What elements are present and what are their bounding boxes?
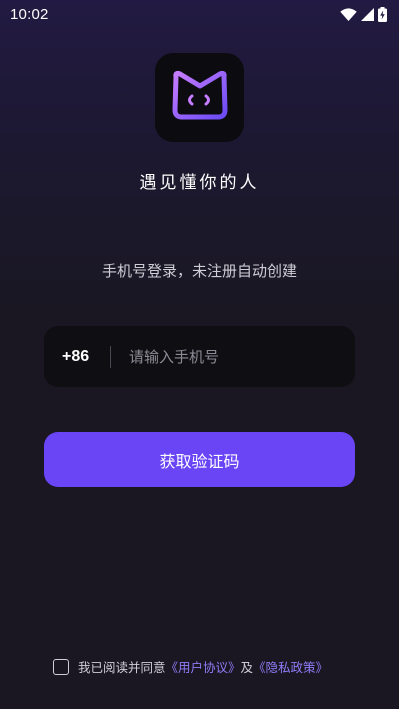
app-logo	[155, 53, 244, 142]
cat-face-logo-icon	[170, 70, 230, 126]
user-agreement-link[interactable]: 《用户协议》	[166, 657, 241, 676]
status-icons	[340, 6, 387, 22]
cell-signal-icon	[361, 7, 374, 21]
privacy-policy-link[interactable]: 《隐私政策》	[253, 657, 328, 676]
status-time: 10:02	[10, 5, 49, 23]
login-hint: 手机号登录，未注册自动创建	[101, 262, 297, 280]
app-slogan: 遇见懂你的人	[139, 173, 260, 193]
get-verification-code-button[interactable]: 获取验证码	[44, 432, 355, 487]
agreement-checkbox[interactable]	[53, 658, 69, 675]
agreement-and: 及	[240, 660, 254, 675]
agreement-prefix: 我已阅读并同意	[78, 660, 166, 675]
phone-input-container: +86	[44, 326, 355, 387]
country-code-selector[interactable]: +86	[62, 348, 94, 366]
status-bar: 10:02	[0, 0, 399, 28]
agreement-row: 我已阅读并同意 《用户协议》 及 《隐私政策》	[53, 657, 328, 676]
phone-number-input[interactable]	[129, 336, 355, 377]
input-divider	[110, 345, 111, 368]
battery-charging-icon	[378, 6, 387, 22]
wifi-icon	[340, 7, 357, 21]
